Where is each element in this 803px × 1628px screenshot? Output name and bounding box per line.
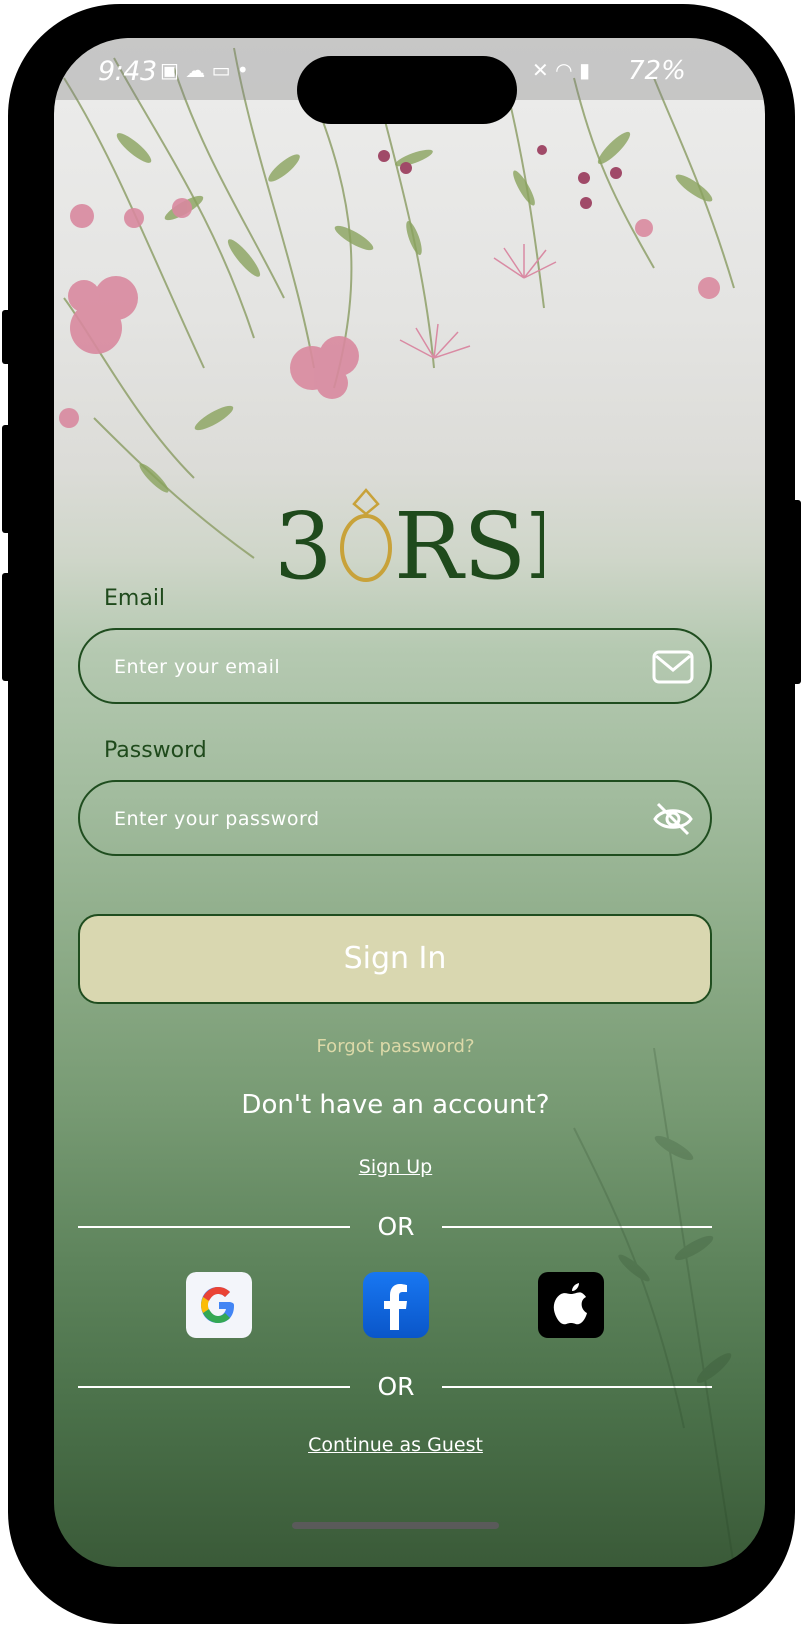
eye-off-icon[interactable] bbox=[652, 800, 694, 838]
signal-icon: ▮ bbox=[578, 58, 590, 82]
app-screen: 9:43 ▣ ☁ ▭ • ✕ ◠ ▮ 72% 3 RSI Email bbox=[54, 38, 765, 1567]
image-icon: ▣ bbox=[160, 58, 179, 82]
email-label: Email bbox=[104, 586, 166, 611]
facebook-sign-in-button[interactable] bbox=[363, 1272, 429, 1338]
notification-icons: ▣ ☁ ▭ • bbox=[160, 58, 249, 82]
email-field[interactable] bbox=[78, 628, 712, 704]
mute-icon: ✕ bbox=[532, 58, 549, 82]
brand-logo: 3 RSI bbox=[274, 488, 544, 588]
logo-letters: RSI bbox=[394, 493, 544, 588]
battery-level: 72% bbox=[628, 56, 686, 86]
password-label: Password bbox=[104, 738, 207, 763]
status-time: 9:43 bbox=[98, 56, 157, 87]
google-sign-in-button[interactable] bbox=[186, 1272, 252, 1338]
sign-in-button[interactable]: Sign In bbox=[78, 914, 712, 1004]
logo-digit: 3 bbox=[274, 493, 333, 588]
email-input[interactable] bbox=[112, 630, 636, 704]
phone-frame: 9:43 ▣ ☁ ▭ • ✕ ◠ ▮ 72% 3 RSI Email bbox=[8, 4, 795, 1624]
dynamic-island bbox=[297, 56, 517, 124]
background-leaves-decoration bbox=[573, 1048, 735, 1567]
password-field[interactable] bbox=[78, 780, 712, 856]
or-text: OR bbox=[377, 1372, 415, 1401]
video-icon: ▭ bbox=[211, 58, 231, 82]
diamond-icon bbox=[352, 488, 380, 516]
divider-line bbox=[78, 1386, 350, 1388]
system-icons: ✕ ◠ ▮ bbox=[532, 58, 590, 82]
or-text: OR bbox=[377, 1212, 415, 1241]
home-indicator[interactable] bbox=[292, 1522, 499, 1529]
divider-line bbox=[78, 1226, 350, 1228]
dot-icon: • bbox=[236, 58, 249, 82]
cloud-icon: ☁ bbox=[185, 58, 206, 82]
password-input[interactable] bbox=[112, 782, 636, 856]
mail-icon bbox=[652, 650, 694, 684]
wifi-icon: ◠ bbox=[555, 58, 573, 82]
ring-icon bbox=[340, 514, 392, 582]
